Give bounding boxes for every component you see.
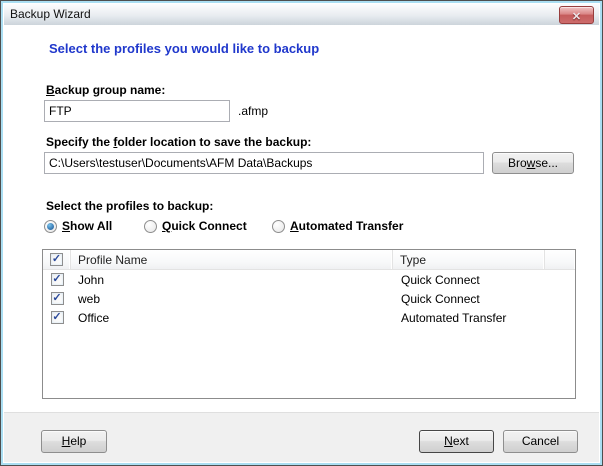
- radio-automated-transfer-label: Automated Transfer: [290, 219, 403, 233]
- row-checkbox[interactable]: ✓: [51, 273, 64, 286]
- profiles-label: Select the profiles to backup:: [46, 199, 213, 213]
- help-button[interactable]: Help: [41, 430, 107, 453]
- radio-show-all-circle[interactable]: [44, 220, 57, 233]
- footer-bar: Help Next Cancel: [4, 412, 599, 462]
- profile-name: web: [71, 292, 393, 306]
- title-bar[interactable]: Backup Wizard ✕: [4, 4, 599, 25]
- select-all-checkbox[interactable]: ✓: [50, 253, 63, 266]
- close-button[interactable]: ✕: [559, 6, 594, 24]
- radio-show-all-label: Show All: [62, 219, 112, 233]
- table-row[interactable]: ✓ Office Automated Transfer: [43, 308, 575, 327]
- group-name-label: Backup group name:: [46, 83, 165, 97]
- browse-button[interactable]: Browse...: [492, 152, 574, 174]
- cancel-button[interactable]: Cancel: [503, 430, 578, 453]
- page-title: Select the profiles you would like to ba…: [49, 41, 319, 56]
- radio-quick-connect-circle[interactable]: [144, 220, 157, 233]
- header-checkbox-cell: ✓: [43, 250, 71, 269]
- profile-name: John: [71, 273, 393, 287]
- next-button[interactable]: Next: [419, 430, 494, 453]
- profile-type: Quick Connect: [393, 292, 545, 306]
- profile-type: Automated Transfer: [393, 311, 545, 325]
- radio-show-all[interactable]: Show All: [44, 219, 112, 233]
- column-header-type[interactable]: Type: [393, 250, 545, 269]
- profiles-list: ✓ Profile Name Type ✓ John Quick Connect…: [42, 249, 576, 399]
- column-header-spacer: [545, 250, 575, 269]
- column-header-profile-name[interactable]: Profile Name: [71, 250, 393, 269]
- list-header: ✓ Profile Name Type: [43, 250, 575, 270]
- radio-quick-connect-label: Quick Connect: [162, 219, 247, 233]
- profile-name: Office: [71, 311, 393, 325]
- backup-wizard-dialog: Backup Wizard ✕ Select the profiles you …: [0, 0, 603, 466]
- group-name-suffix: .afmp: [238, 104, 268, 118]
- group-name-input[interactable]: [44, 100, 230, 122]
- row-checkbox[interactable]: ✓: [51, 292, 64, 305]
- folder-label: Specify the folder location to save the …: [46, 135, 311, 149]
- dialog-content: Select the profiles you would like to ba…: [4, 25, 599, 412]
- close-icon: ✕: [572, 11, 581, 23]
- radio-quick-connect[interactable]: Quick Connect: [144, 219, 247, 233]
- table-row[interactable]: ✓ John Quick Connect: [43, 270, 575, 289]
- radio-automated-transfer-circle[interactable]: [272, 220, 285, 233]
- profile-type: Quick Connect: [393, 273, 545, 287]
- row-checkbox[interactable]: ✓: [51, 311, 64, 324]
- table-row[interactable]: ✓ web Quick Connect: [43, 289, 575, 308]
- radio-automated-transfer[interactable]: Automated Transfer: [272, 219, 403, 233]
- window-title: Backup Wizard: [10, 7, 91, 21]
- folder-path-input[interactable]: [44, 152, 484, 174]
